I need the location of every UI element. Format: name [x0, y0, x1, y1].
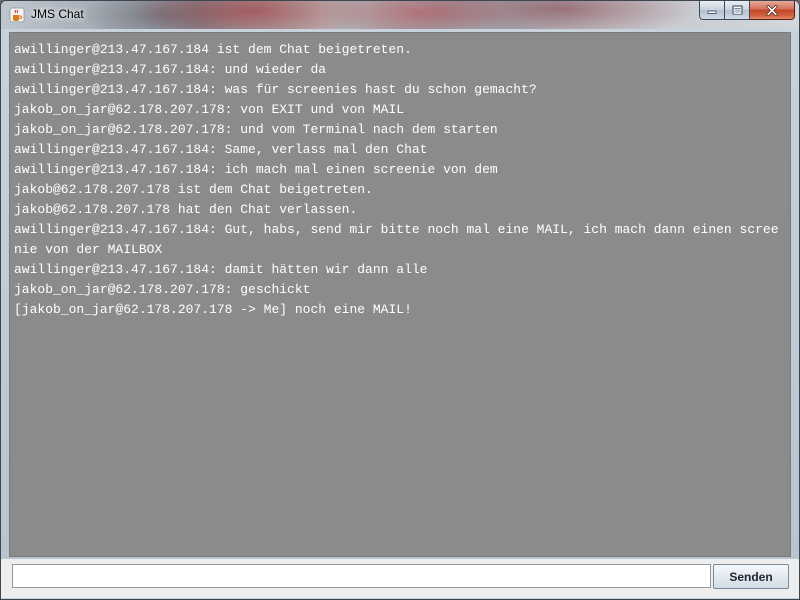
close-button[interactable]	[750, 1, 795, 20]
maximize-button[interactable]	[725, 1, 750, 20]
chat-message: jakob_on_jar@62.178.207.178: und vom Ter…	[14, 122, 498, 137]
chat-message: awillinger@213.47.167.184: was für scree…	[14, 82, 537, 97]
chat-message: awillinger@213.47.167.184: Gut, habs, se…	[14, 222, 779, 257]
chat-log[interactable]: awillinger@213.47.167.184 ist dem Chat b…	[9, 32, 791, 557]
title-bar[interactable]: JMS Chat	[1, 1, 799, 29]
message-input[interactable]	[12, 564, 711, 588]
chat-message: jakob@62.178.207.178 hat den Chat verlas…	[14, 202, 358, 217]
chat-message: jakob_on_jar@62.178.207.178: geschickt	[14, 282, 311, 297]
chat-message: jakob_on_jar@62.178.207.178: von EXIT un…	[14, 102, 405, 117]
java-cup-icon	[9, 7, 25, 23]
chat-message: awillinger@213.47.167.184 ist dem Chat b…	[14, 42, 412, 57]
chat-message: jakob@62.178.207.178 ist dem Chat beiget…	[14, 182, 373, 197]
chat-message: awillinger@213.47.167.184: und wieder da	[14, 62, 327, 77]
window-title: JMS Chat	[31, 7, 84, 21]
chat-message: [jakob_on_jar@62.178.207.178 -> Me] noch…	[14, 302, 412, 317]
minimize-button[interactable]	[699, 1, 725, 20]
input-bar: Senden	[1, 559, 799, 599]
chat-window: JMS Chat awillinger@213.47.167.184 ist d…	[0, 0, 800, 600]
chat-message: awillinger@213.47.167.184: Same, verlass…	[14, 142, 428, 157]
close-icon	[766, 4, 778, 16]
maximize-icon	[732, 5, 742, 15]
send-button[interactable]: Senden	[713, 564, 789, 589]
chat-message: awillinger@213.47.167.184: ich mach mal …	[14, 162, 498, 177]
window-controls	[699, 1, 795, 21]
minimize-icon	[707, 10, 717, 14]
chat-message: awillinger@213.47.167.184: damit hätten …	[14, 262, 428, 277]
